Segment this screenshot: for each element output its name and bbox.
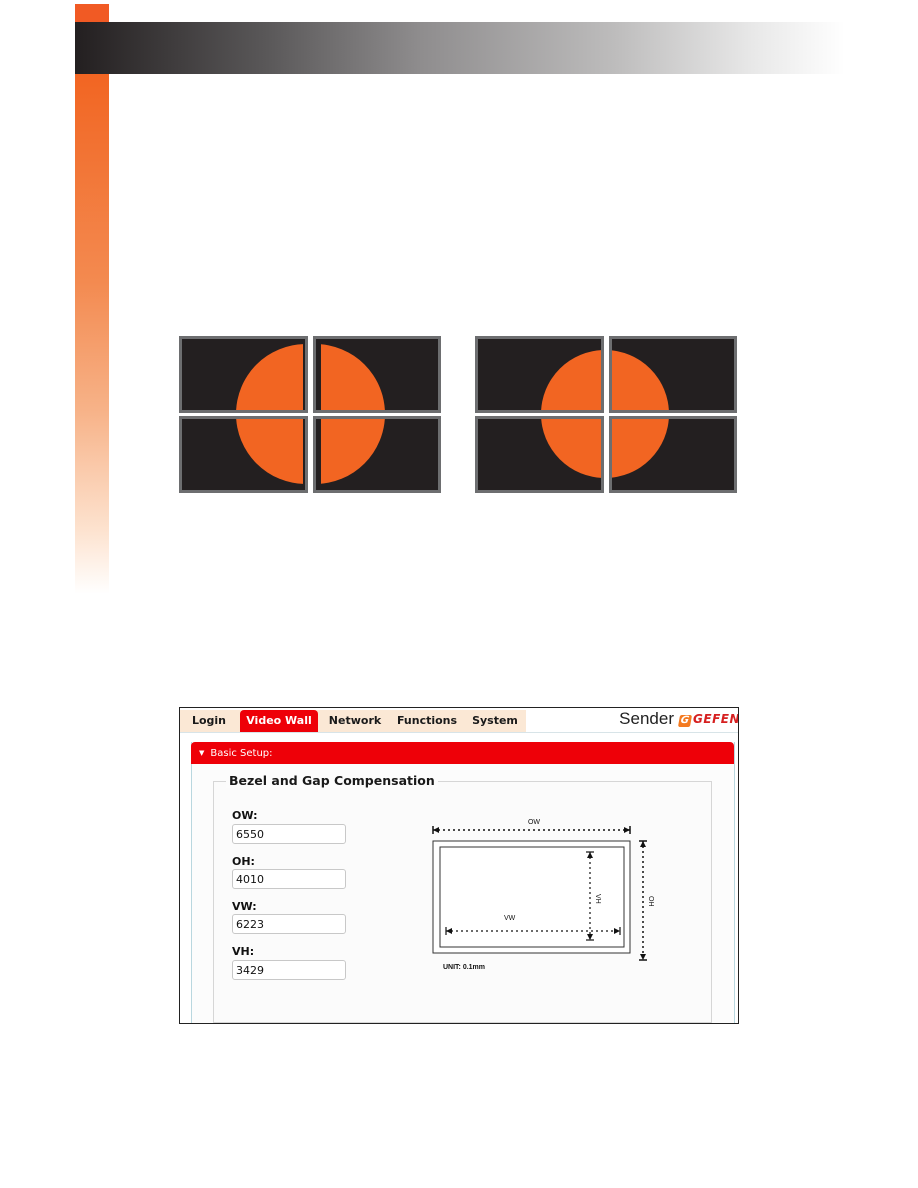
- vh-label: VH:: [232, 945, 255, 958]
- section-header-basic-setup[interactable]: ▼ Basic Setup:: [191, 742, 734, 764]
- collapse-triangle-icon[interactable]: ▼: [199, 742, 204, 764]
- sidebar-accent-top: [75, 4, 109, 22]
- vw-label: VW:: [232, 900, 257, 913]
- group-title: Bezel and Gap Compensation: [226, 773, 438, 788]
- brand-name: GEFEN: [693, 712, 739, 726]
- video-wall-illustration-uncompensated: [179, 334, 441, 494]
- vw-input[interactable]: 6223: [232, 914, 346, 934]
- tab-video-wall[interactable]: Video Wall: [240, 710, 318, 732]
- circle-segments: [236, 344, 385, 484]
- header-gradient-band: [75, 22, 845, 74]
- ow-label: OW:: [232, 809, 258, 822]
- device-label: Sender: [619, 709, 674, 728]
- section-title: Basic Setup:: [210, 748, 273, 759]
- bezel-diagram-svg: OW VH VW OH: [432, 819, 654, 961]
- ow-input[interactable]: 6550: [232, 824, 346, 844]
- sidebar-accent: [75, 74, 109, 594]
- bezel-diagram: OW VH VW OH: [430, 810, 670, 980]
- tab-functions[interactable]: Functions: [392, 710, 462, 732]
- gefen-logo-icon: G: [677, 715, 693, 727]
- oh-label: OH:: [232, 855, 255, 868]
- video-wall-compensated-svg: [475, 336, 737, 493]
- tab-login[interactable]: Login: [180, 710, 238, 732]
- brand-logo: G GEFEN: [677, 712, 739, 727]
- vw-diagram-label: VW: [504, 915, 516, 922]
- oh-dimension-arrow: [639, 840, 647, 961]
- vh-input[interactable]: 3429: [232, 960, 346, 980]
- oh-input[interactable]: 4010: [232, 869, 346, 889]
- tab-system[interactable]: System: [464, 710, 526, 732]
- oh-diagram-label: OH: [647, 896, 654, 907]
- vh-diagram-label: VH: [594, 894, 601, 904]
- tab-bar: Login Video Wall Network Functions Syste…: [180, 708, 738, 733]
- unit-label: UNIT: 0.1mm: [443, 964, 486, 971]
- ow-diagram-label: OW: [528, 819, 540, 826]
- circle-segments: [541, 350, 669, 478]
- video-wall-illustration-compensated: [475, 334, 737, 494]
- tab-network[interactable]: Network: [320, 710, 390, 732]
- video-wall-uncompensated-svg: [179, 336, 441, 493]
- web-ui-screenshot: Login Video Wall Network Functions Syste…: [179, 707, 739, 1024]
- ow-dimension-arrow: [432, 826, 631, 834]
